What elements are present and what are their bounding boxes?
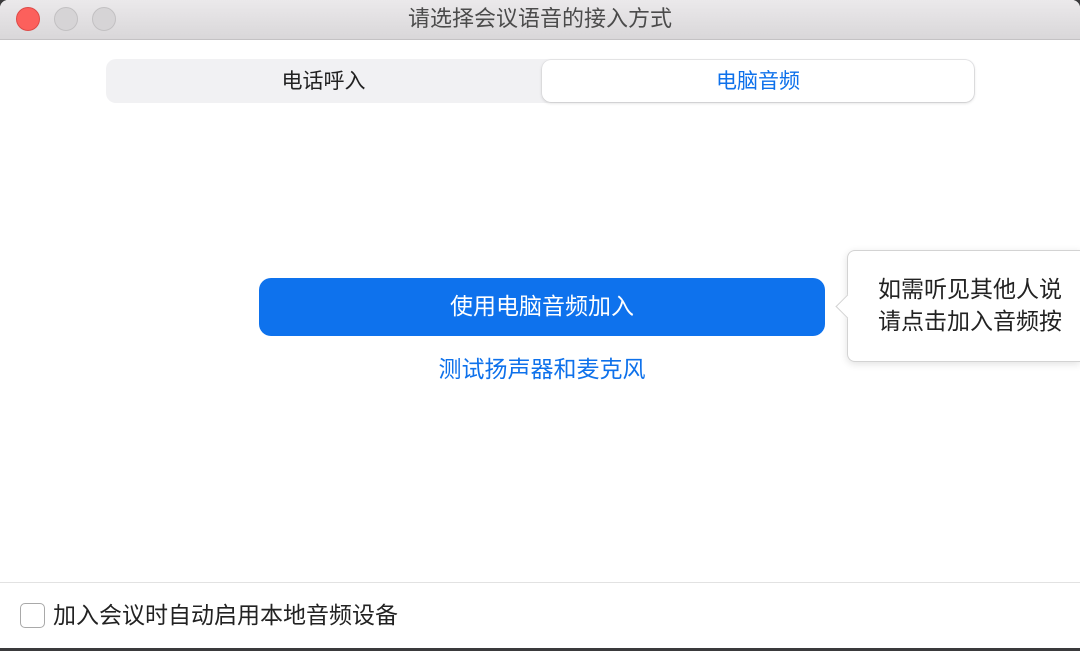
close-window-icon[interactable] (16, 7, 40, 31)
title-bar[interactable]: 请选择会议语音的接入方式 (0, 0, 1080, 40)
test-speaker-and-mic-link[interactable]: 测试扬声器和麦克风 (259, 352, 825, 388)
tooltip-line: 如需听见其他人说 (878, 277, 1062, 303)
footer-divider (0, 582, 1080, 583)
audio-join-window: 请选择会议语音的接入方式 电话呼入 电脑音频 使用电脑音频加入 测试扬声器和麦克… (0, 0, 1080, 648)
tooltip-arrow (835, 294, 860, 319)
auto-join-audio-checkbox[interactable] (20, 603, 45, 628)
zoom-window-icon[interactable] (92, 7, 116, 31)
join-audio-tooltip: 如需听见其他人说 请点击加入音频按 (835, 250, 1080, 362)
window-title: 请选择会议语音的接入方式 (407, 7, 672, 32)
minimize-window-icon[interactable] (54, 7, 78, 31)
tooltip-text: 如需听见其他人说 请点击加入音频按 (878, 274, 1078, 338)
auto-join-audio-label[interactable]: 加入会议时自动启用本地音频设备 (53, 598, 398, 634)
tab-computer-audio[interactable]: 电脑音频 (542, 60, 974, 102)
join-with-computer-audio-button[interactable]: 使用电脑音频加入 (259, 278, 825, 336)
tab-phone-call[interactable]: 电话呼入 (107, 60, 540, 102)
audio-mode-tabs: 电话呼入 电脑音频 (106, 59, 975, 103)
tooltip-line: 请点击加入音频按 (878, 309, 1062, 335)
